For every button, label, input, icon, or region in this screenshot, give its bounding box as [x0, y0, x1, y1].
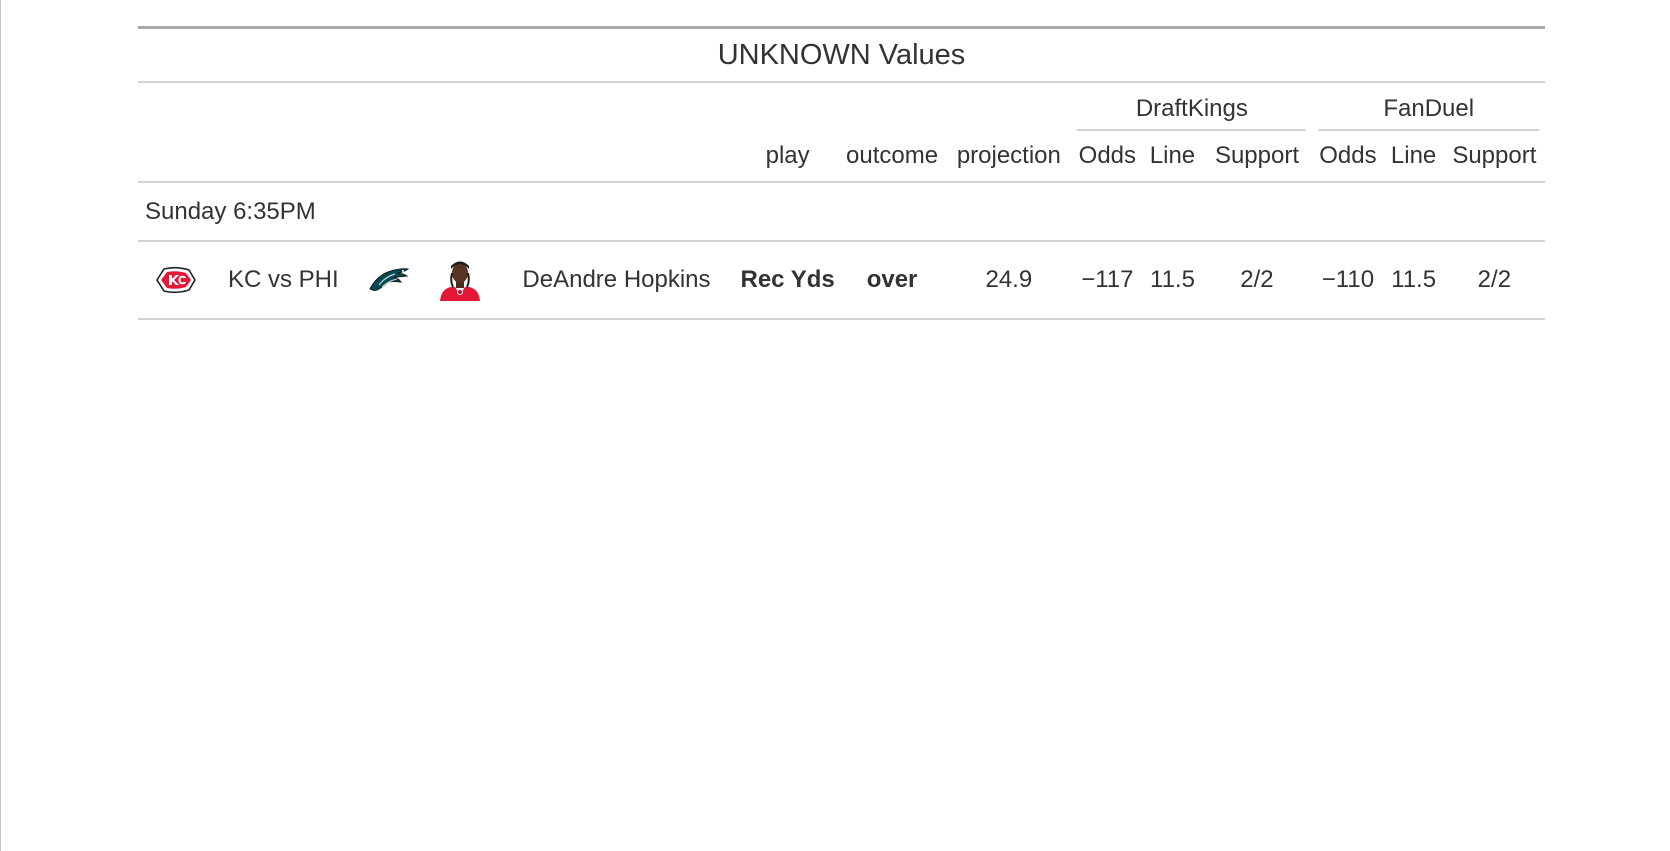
column-header-fd-odds[interactable]: Odds — [1312, 131, 1384, 183]
table-row[interactable]: KC vs PHI DeAndre Hopkins Rec Yds over 2… — [138, 241, 1545, 320]
dk-odds-cell: −117 — [1071, 241, 1144, 320]
fd-support-cell: 2/2 — [1443, 241, 1545, 320]
eagles-logo-icon — [353, 241, 425, 320]
column-header-dk-odds[interactable]: Odds — [1071, 131, 1144, 183]
column-header-projection[interactable]: projection — [946, 131, 1072, 183]
matchup-label: KC vs PHI — [213, 241, 354, 320]
spanner-draftkings: DraftKings — [1077, 95, 1307, 131]
outcome-cell: over — [837, 241, 947, 320]
player-name: DeAndre Hopkins — [495, 241, 738, 320]
values-table-container: UNKNOWN Values DraftKings FanDuel play o… — [138, 26, 1545, 320]
dk-support-cell: 2/2 — [1201, 241, 1313, 320]
column-header-fd-line[interactable]: Line — [1383, 131, 1444, 183]
dk-line-cell: 11.5 — [1143, 241, 1202, 320]
play-cell: Rec Yds — [737, 241, 838, 320]
values-table: UNKNOWN Values DraftKings FanDuel play o… — [138, 26, 1545, 320]
spanner-fanduel: FanDuel — [1318, 95, 1539, 131]
spanner-draftkings-cell: DraftKings — [1071, 82, 1312, 131]
column-header-outcome[interactable]: outcome — [837, 131, 947, 183]
fd-odds-cell: −110 — [1312, 241, 1384, 320]
page-left-border — [0, 0, 1, 851]
fd-line-cell: 11.5 — [1383, 241, 1444, 320]
column-header-fd-support[interactable]: Support — [1443, 131, 1545, 183]
column-header-spacer — [138, 131, 738, 183]
column-header-dk-support[interactable]: Support — [1201, 131, 1313, 183]
column-header-play[interactable]: play — [737, 131, 838, 183]
projection-cell: 24.9 — [946, 241, 1072, 320]
table-title: UNKNOWN Values — [138, 26, 1545, 83]
row-group-label: Sunday 6:35PM — [138, 182, 1545, 242]
spanner-fanduel-cell: FanDuel — [1312, 82, 1545, 131]
chiefs-logo-icon — [138, 241, 214, 320]
column-header-dk-line[interactable]: Line — [1143, 131, 1202, 183]
player-headshot-icon — [424, 241, 496, 320]
spanner-spacer — [138, 82, 1071, 131]
